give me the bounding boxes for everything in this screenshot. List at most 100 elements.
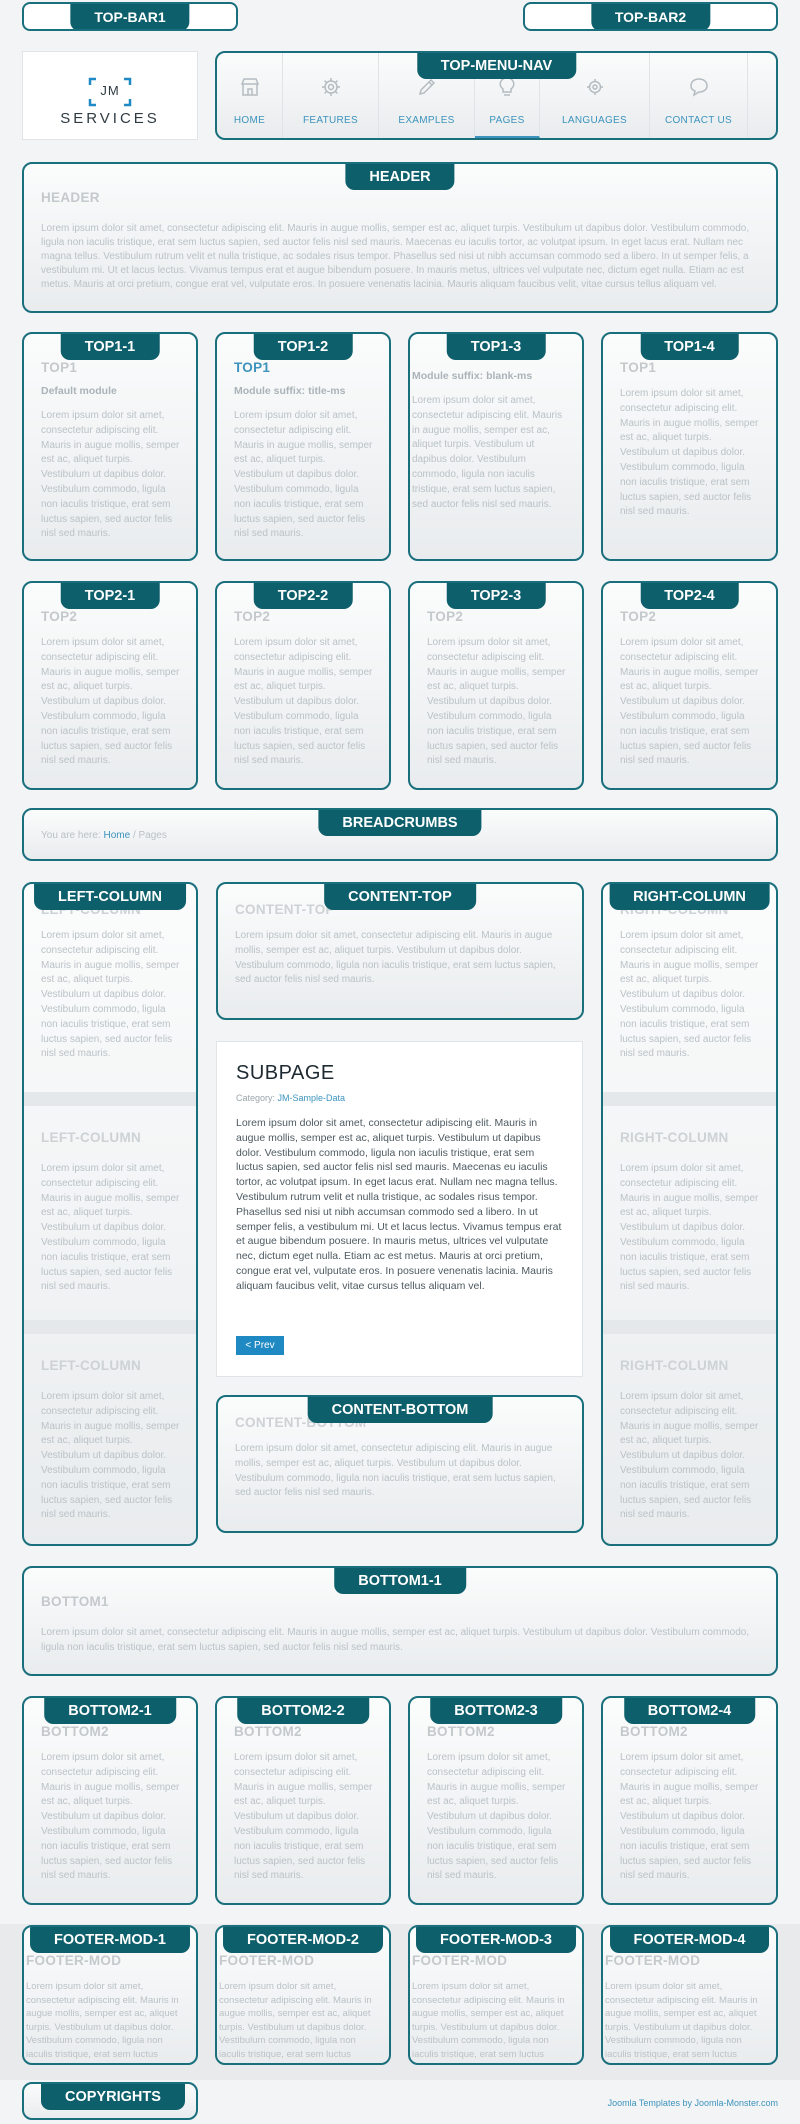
position-tag: HEADER	[345, 164, 455, 190]
position-tag: BREADCRUMBS	[318, 810, 482, 836]
module-text: Lorem ipsum dolor sit amet, consectetur …	[620, 637, 759, 767]
module-text: Lorem ipsum dolor sit amet, consectetur …	[412, 395, 563, 510]
module-text: Lorem ipsum dolor sit amet, consectetur …	[234, 410, 373, 540]
module-text: Lorem ipsum dolor sit amet, consectetur …	[620, 388, 759, 518]
top2-4-position: TOP2-4 TOP2 Lorem ipsum dolor sit amet, …	[601, 581, 778, 790]
module-text: Lorem ipsum dolor sit amet, consectetur …	[620, 1163, 759, 1293]
site-logo[interactable]: JM SERVICES	[22, 51, 198, 140]
right-column-position: RIGHT-COLUMN RIGHT-COLUMN Lorem ipsum do…	[601, 882, 778, 1546]
chat-icon	[689, 78, 708, 97]
breadcrumb-prefix: You are here:	[41, 830, 101, 841]
module-text: Lorem ipsum dolor sit amet, consectetur …	[620, 1752, 759, 1882]
module-text: Lorem ipsum dolor sit amet, consectetur …	[26, 1981, 179, 2063]
top-menu-nav: TOP-MENU-NAV HOME FEATURES EXAMPLES PAGE…	[215, 51, 778, 140]
module-text: Lorem ipsum dolor sit amet, consectetur …	[620, 930, 759, 1060]
store-icon	[240, 78, 259, 96]
position-tag: CONTENT-BOTTOM	[307, 1397, 493, 1423]
position-tag: CONTENT-TOP	[324, 884, 476, 910]
top1-4-position: TOP1-4 TOP1 Lorem ipsum dolor sit amet, …	[601, 332, 778, 561]
logo-initials: JM	[100, 83, 120, 98]
module-text: Lorem ipsum dolor sit amet, consectetur …	[41, 1391, 180, 1521]
prev-button[interactable]: < Prev	[236, 1336, 284, 1355]
article-title: SUBPAGE	[236, 1062, 335, 1084]
module-text: Lorem ipsum dolor sit amet, consectetur …	[620, 1391, 759, 1521]
copyright-credit: Joomla Templates by Joomla-Monster.com	[608, 2098, 778, 2108]
menu-item-label: FEATURES	[303, 115, 358, 126]
top2-3-position: TOP2-3 TOP2 Lorem ipsum dolor sit amet, …	[408, 581, 584, 790]
module-title: LEFT-COLUMN	[41, 1358, 142, 1373]
module-text: Lorem ipsum dolor sit amet, consectetur …	[234, 637, 373, 767]
position-tag: TOP2-1	[60, 583, 160, 609]
menu-item-label: EXAMPLES	[398, 115, 455, 126]
breadcrumb-separator: /	[132, 830, 136, 841]
menu-item-label: CONTACT US	[664, 115, 733, 126]
footer-mod-1-position: FOOTER-MOD-1 FOOTER-MOD Lorem ipsum dolo…	[22, 1925, 198, 2065]
position-tag: TOP-BAR1	[70, 4, 190, 29]
module-text: Lorem ipsum dolor sit amet, consectetur …	[412, 1981, 565, 2063]
credit-by: by Joomla-Monster.com	[679, 2098, 778, 2108]
pencil-icon	[418, 78, 435, 96]
position-tag: BOTTOM2-4	[623, 1698, 756, 1724]
position-tag: BOTTOM2-1	[44, 1698, 176, 1724]
module-suffix: Default module	[41, 385, 117, 397]
bottom2-3-position: BOTTOM2-3 BOTTOM2 Lorem ipsum dolor sit …	[408, 1696, 584, 1905]
page: TOP-BAR1 TOP-BAR2 JM SERVICES TOP-MENU-N…	[0, 0, 800, 2124]
position-tag: FOOTER-MOD-2	[223, 1927, 383, 1953]
module-text: Lorem ipsum dolor sit amet, consectetur …	[234, 1752, 373, 1882]
position-tag: RIGHT-COLUMN	[609, 884, 770, 910]
top-bar1: TOP-BAR1	[22, 2, 238, 31]
breadcrumbs-position: BREADCRUMBS You are here: Home / Pages	[22, 808, 778, 861]
menu-item-features[interactable]: FEATURES	[283, 53, 379, 138]
position-tag: TOP-BAR2	[590, 4, 711, 29]
menu-item-label: LANGUAGES	[562, 115, 627, 126]
position-tag: TOP1-4	[640, 334, 739, 360]
footer-mod-2-position: FOOTER-MOD-2 FOOTER-MOD Lorem ipsum dolo…	[215, 1925, 391, 2065]
top2-2-position: TOP2-2 TOP2 Lorem ipsum dolor sit amet, …	[215, 581, 391, 790]
position-tag: BOTTOM2-3	[430, 1698, 562, 1724]
article-body: Lorem ipsum dolor sit amet, consectetur …	[236, 1117, 562, 1292]
menu-item-label: PAGES	[489, 115, 525, 126]
article: SUBPAGE Category: JM-Sample-Data Lorem i…	[216, 1041, 583, 1377]
menu-item-contact[interactable]: CONTACT US	[650, 53, 748, 138]
content-bottom-position: CONTENT-BOTTOM CONTENT-BOTTOM Lorem ipsu…	[216, 1395, 584, 1533]
module-text: Lorem ipsum dolor sit amet, consectetur …	[41, 930, 180, 1060]
top1-1-position: TOP1-1 TOP1 Default module Lorem ipsum d…	[22, 332, 198, 561]
position-tag: TOP2-2	[253, 583, 353, 609]
module-text: Lorem ipsum dolor sit amet, consectetur …	[427, 1752, 566, 1882]
module-text: Lorem ipsum dolor sit amet, consectetur …	[41, 637, 180, 767]
left-column-position: LEFT-COLUMN LEFT-COLUMN Lorem ipsum dolo…	[22, 882, 198, 1546]
module-title: LEFT-COLUMN	[41, 1130, 142, 1145]
module-text: Lorem ipsum dolor sit amet, consectetur …	[235, 1443, 556, 1499]
lightbulb-icon	[499, 77, 515, 96]
credit-link[interactable]: Joomla Templates	[608, 2098, 680, 2108]
gear-icon	[321, 78, 340, 96]
breadcrumb-home-link[interactable]: Home	[103, 830, 130, 841]
copyrights-position: COPYRIGHTS	[22, 2082, 198, 2120]
position-tag: TOP2-3	[446, 583, 546, 609]
logo-brand: SERVICES	[60, 110, 160, 127]
position-tag: TOP1-3	[446, 334, 546, 360]
module-title: RIGHT-COLUMN	[620, 1130, 729, 1145]
module-text: Lorem ipsum dolor sit amet, consectetur …	[41, 223, 750, 290]
category-link[interactable]: JM-Sample-Data	[278, 1093, 346, 1103]
bottom1-position: BOTTOM1-1 BOTTOM1 Lorem ipsum dolor sit …	[22, 1566, 778, 1676]
bottom2-1-position: BOTTOM2-1 BOTTOM2 Lorem ipsum dolor sit …	[22, 1696, 198, 1905]
position-tag: FOOTER-MOD-3	[416, 1927, 576, 1953]
category-label: Category:	[236, 1093, 276, 1103]
module-text: Lorem ipsum dolor sit amet, consectetur …	[41, 1752, 180, 1882]
content-top-position: CONTENT-TOP CONTENT-TOP Lorem ipsum dolo…	[216, 882, 584, 1020]
module-text: Lorem ipsum dolor sit amet, consectetur …	[41, 410, 180, 540]
cogs-icon	[586, 79, 603, 95]
module-text: Lorem ipsum dolor sit amet, consectetur …	[41, 1627, 750, 1653]
module-text: Lorem ipsum dolor sit amet, consectetur …	[219, 1981, 372, 2063]
menu-item-home[interactable]: HOME	[217, 53, 283, 138]
module-suffix: Module suffix: title-ms	[234, 385, 346, 397]
module-text: Lorem ipsum dolor sit amet, consectetur …	[605, 1981, 758, 2063]
bottom2-4-position: BOTTOM2-4 BOTTOM2 Lorem ipsum dolor sit …	[601, 1696, 778, 1905]
position-tag: TOP2-4	[640, 583, 739, 609]
bottom2-2-position: BOTTOM2-2 BOTTOM2 Lorem ipsum dolor sit …	[215, 1696, 391, 1905]
module-title: RIGHT-COLUMN	[620, 1358, 729, 1373]
top-bar2: TOP-BAR2	[523, 2, 778, 31]
position-tag: TOP1-2	[253, 334, 353, 360]
module-text: Lorem ipsum dolor sit amet, consectetur …	[41, 1163, 180, 1293]
